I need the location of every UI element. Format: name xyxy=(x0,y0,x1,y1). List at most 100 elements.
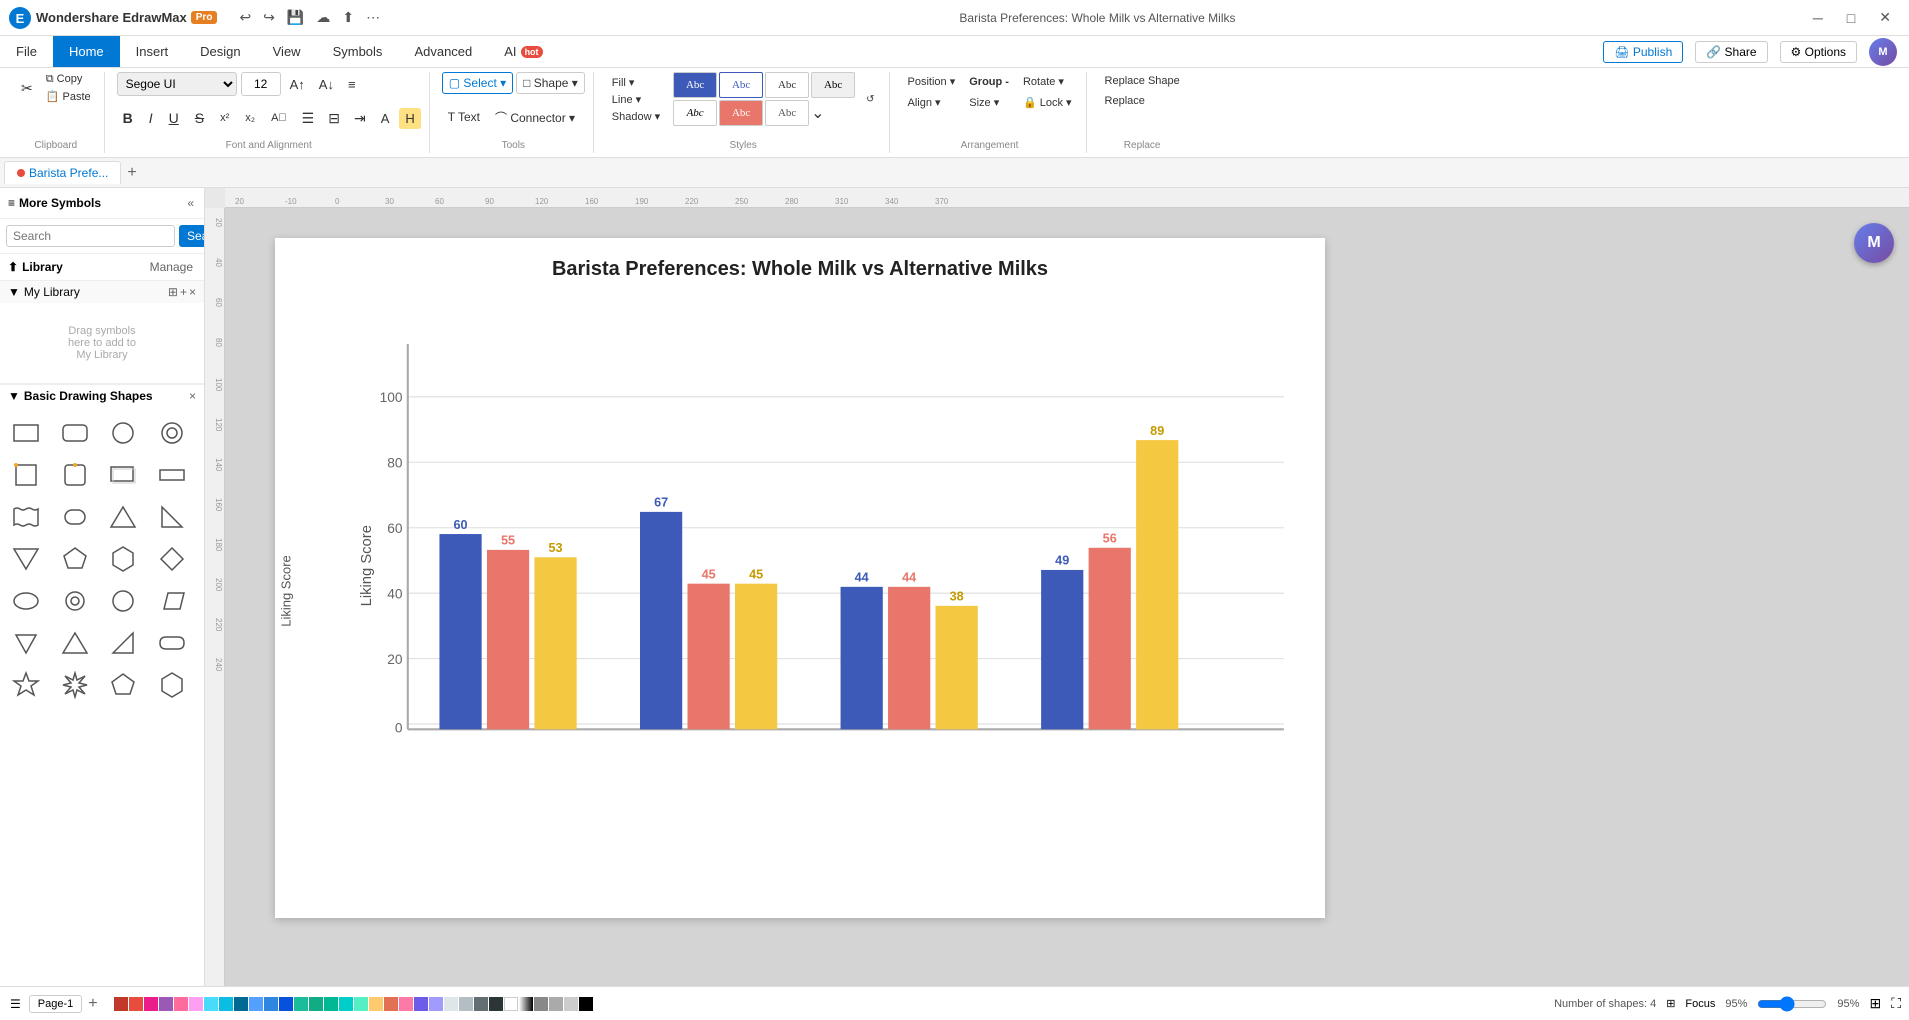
add-tab-button[interactable]: + xyxy=(121,164,142,182)
color-swatch[interactable] xyxy=(414,997,428,1011)
shape-hexagon-2[interactable] xyxy=(154,667,190,703)
color-swatch[interactable] xyxy=(399,997,413,1011)
replace-button[interactable]: Replace xyxy=(1099,92,1151,110)
gray-color[interactable] xyxy=(534,997,548,1011)
size-button[interactable]: Size ▾ xyxy=(963,93,1015,112)
color-swatch[interactable] xyxy=(204,997,218,1011)
shapes-close-button[interactable]: × xyxy=(189,389,196,403)
color-swatch[interactable] xyxy=(309,997,323,1011)
focus-button[interactable]: Focus xyxy=(1685,998,1715,1010)
color-swatch[interactable] xyxy=(249,997,263,1011)
save-button[interactable]: 💾 xyxy=(283,7,308,28)
canvas-area[interactable]: 20 -10 0 30 60 90 120 160 190 220 250 28… xyxy=(205,188,1909,986)
more-styles-button[interactable]: ⌄ xyxy=(811,103,855,123)
page-1-tab[interactable]: Page-1 xyxy=(29,995,82,1013)
shape-triangle[interactable] xyxy=(105,499,141,535)
font-size-input[interactable] xyxy=(241,72,281,96)
shape-star[interactable] xyxy=(8,667,44,703)
shape-star-triangle[interactable] xyxy=(57,667,93,703)
shape-pentagon-2[interactable] xyxy=(105,667,141,703)
color-swatch[interactable] xyxy=(444,997,458,1011)
shape-hexagon[interactable] xyxy=(105,541,141,577)
minimize-button[interactable]: ─ xyxy=(1803,5,1833,30)
shape-triangle-2[interactable] xyxy=(8,541,44,577)
more-options-button[interactable]: ⋯ xyxy=(362,7,384,28)
shape-ellipse[interactable] xyxy=(8,583,44,619)
layers-button[interactable]: ⊞ xyxy=(1666,997,1675,1010)
font-family-select[interactable]: Segoe UI xyxy=(117,72,237,96)
user-avatar[interactable]: M xyxy=(1869,38,1897,66)
shape-rounded-square-dot[interactable] xyxy=(57,457,93,493)
my-lib-grid-button[interactable]: ⊞ xyxy=(168,285,178,299)
bold-button[interactable]: B xyxy=(117,107,139,129)
underline-button[interactable]: U xyxy=(163,107,185,129)
shape-diamond[interactable] xyxy=(154,541,190,577)
line-button[interactable]: Line ▾ xyxy=(606,92,666,107)
bullet-list-button[interactable]: ☰ xyxy=(297,107,320,130)
my-lib-close-button[interactable]: × xyxy=(189,285,196,299)
color-swatch[interactable] xyxy=(114,997,128,1011)
fit-page-button[interactable]: ⊞ xyxy=(1869,995,1881,1012)
color-swatch[interactable] xyxy=(354,997,368,1011)
more-colors-button[interactable] xyxy=(504,997,518,1011)
color-swatch[interactable] xyxy=(294,997,308,1011)
shape-wide-rect[interactable] xyxy=(154,457,190,493)
fullscreen-button[interactable]: ⛶ xyxy=(1891,995,1901,1012)
cut-button[interactable]: ✂ xyxy=(16,77,38,100)
rotate-button[interactable]: Rotate ▾ xyxy=(1017,72,1078,91)
manage-library-button[interactable]: Manage xyxy=(147,258,196,276)
page-indicator-button[interactable]: ☰ xyxy=(8,995,23,1013)
increase-font-button[interactable]: A↑ xyxy=(285,74,310,95)
color-swatch[interactable] xyxy=(279,997,293,1011)
copy-button[interactable]: ⧉ Copy xyxy=(41,72,96,87)
paste-button[interactable]: 📋 Paste xyxy=(41,89,96,104)
shape-right-triangle-2[interactable] xyxy=(105,625,141,661)
floating-ai-button[interactable]: M xyxy=(1854,223,1894,263)
style-box-5[interactable]: Abc xyxy=(673,100,717,126)
shape-triangle-up-2[interactable] xyxy=(57,625,93,661)
style-box-4[interactable]: Abc xyxy=(811,72,855,98)
maximize-button[interactable]: □ xyxy=(1837,5,1865,30)
search-button[interactable]: Search xyxy=(179,225,205,247)
color-swatch[interactable] xyxy=(174,997,188,1011)
shape-circle[interactable] xyxy=(105,415,141,451)
style-box-3[interactable]: Abc xyxy=(765,72,809,98)
shape-rectangle[interactable] xyxy=(8,415,44,451)
shape-triangle-down[interactable] xyxy=(8,625,44,661)
shape-right-triangle[interactable] xyxy=(154,499,190,535)
italic-button[interactable]: I xyxy=(143,107,159,129)
color-swatch[interactable] xyxy=(234,997,248,1011)
style-box-7[interactable]: Abc xyxy=(765,100,809,126)
style-box-6[interactable]: Abc xyxy=(719,100,763,126)
shape-wave-rect[interactable] xyxy=(8,499,44,535)
lock-button[interactable]: 🔒 Lock ▾ xyxy=(1017,93,1078,112)
color-swatch[interactable] xyxy=(159,997,173,1011)
font-color-button[interactable]: A xyxy=(375,108,396,129)
replace-shape-button[interactable]: Replace Shape xyxy=(1099,72,1186,90)
shape-circle-2[interactable] xyxy=(105,583,141,619)
shape-rounded-rectangle[interactable] xyxy=(57,415,93,451)
menu-design[interactable]: Design xyxy=(184,36,256,67)
color-swatch[interactable] xyxy=(474,997,488,1011)
cloud-button[interactable]: ☁ xyxy=(312,7,334,28)
highlight-button[interactable]: H xyxy=(399,108,420,129)
text-button[interactable]: T Text xyxy=(442,107,486,127)
group-button[interactable]: Group - xyxy=(963,73,1015,91)
canvas-content[interactable]: Barista Preferences: Whole Milk vs Alter… xyxy=(225,208,1909,986)
shape-button[interactable]: □ Shape ▾ xyxy=(516,72,585,94)
zoom-slider[interactable] xyxy=(1757,996,1827,1012)
color-swatch[interactable] xyxy=(324,997,338,1011)
color-swatch[interactable] xyxy=(144,997,158,1011)
shape-ring[interactable] xyxy=(154,415,190,451)
color-swatch[interactable] xyxy=(264,997,278,1011)
style-reset-button[interactable]: ↺ xyxy=(860,91,880,108)
clear-format-button[interactable]: A⃠ xyxy=(265,109,293,127)
share-button[interactable]: 🔗 Share xyxy=(1695,41,1767,63)
color-swatch[interactable] xyxy=(384,997,398,1011)
shape-rounded-rect-2[interactable] xyxy=(57,499,93,535)
menu-insert[interactable]: Insert xyxy=(120,36,185,67)
gradient-colors[interactable] xyxy=(519,997,533,1011)
options-button[interactable]: ⚙ Options xyxy=(1780,41,1857,63)
redo-button[interactable]: ↪ xyxy=(259,7,279,28)
menu-ai[interactable]: AI hot xyxy=(488,36,558,67)
